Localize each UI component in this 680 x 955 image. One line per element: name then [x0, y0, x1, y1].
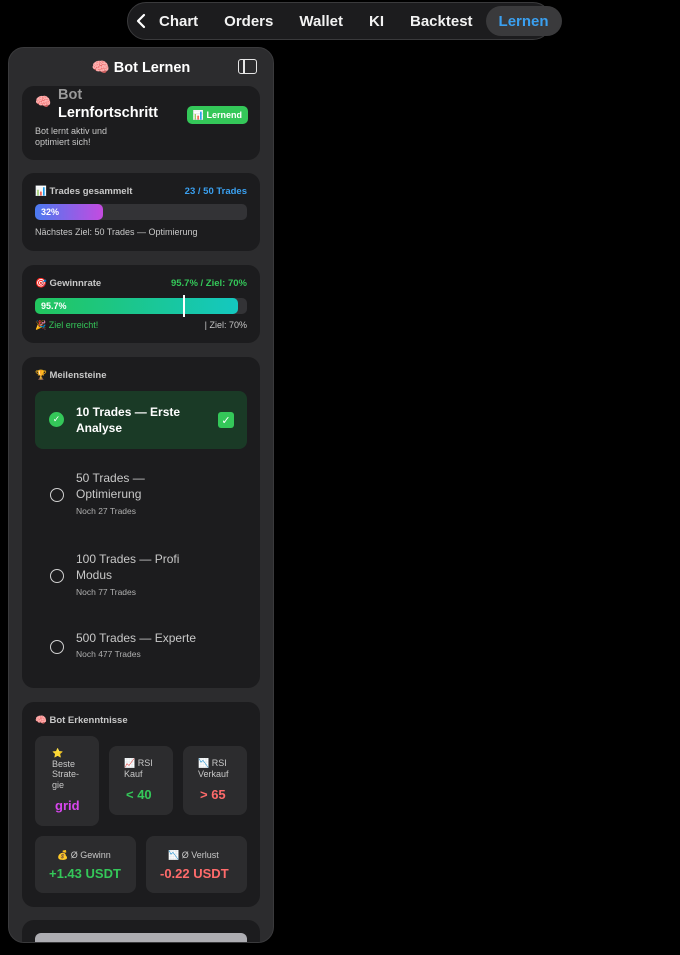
- tab-ki[interactable]: KI: [356, 6, 397, 36]
- stat-value: < 40: [126, 787, 152, 802]
- stat-label: 📈 RSI Kauf: [124, 758, 153, 779]
- goal-target-note: | Ziel: 70%: [204, 320, 247, 330]
- trades-progress-label: 32%: [41, 207, 60, 217]
- winrate-progress-label: 95.7%: [41, 301, 67, 311]
- milestone-item: 500 Trades — Experte Noch 477 Trades: [35, 627, 247, 677]
- title-line-1: Bot: [58, 87, 83, 103]
- card-subtitle: Bot lernt aktiv und optimiert sich!: [35, 126, 108, 147]
- panel-header: 🧠 Bot Lernen: [9, 48, 273, 86]
- brain-icon: 🧠: [91, 59, 110, 76]
- trades-label: 📊 Trades gesammelt: [35, 186, 133, 197]
- milestones-card: 🏆 Meilensteine ✓ 10 Trades — Erste Analy…: [22, 357, 260, 688]
- best-strategy-stat: ⭐ Beste Strate-gie grid: [35, 736, 99, 826]
- status-badge: 📊 Lernend: [186, 106, 248, 124]
- bot-insights-card: 🧠 Bot Erkenntnisse ⭐ Beste Strate-gie gr…: [22, 702, 260, 907]
- panel-title-text: Bot Lernen: [113, 59, 191, 76]
- milestone-remaining: Noch 77 Trades: [76, 587, 137, 597]
- winrate-progress-fill: 95.7%: [35, 298, 238, 314]
- panel-title: 🧠 Bot Lernen: [92, 59, 191, 76]
- action-button[interactable]: [35, 933, 247, 942]
- milestone-title: 50 Trades — Optimierung: [76, 471, 145, 501]
- winrate-value: 95.7% / Ziel: 70%: [170, 278, 247, 289]
- tab-backtest[interactable]: Backtest: [397, 6, 486, 36]
- top-navigation: Chart Orders Wallet KI Backtest Lernen: [127, 2, 562, 40]
- rsi-buy-stat: 📈 RSI Kauf < 40: [109, 746, 173, 815]
- milestone-item: 100 Trades — Profi Modus Noch 77 Trades: [35, 548, 247, 608]
- stat-label: 💰 Ø Gewinn: [57, 850, 111, 860]
- winrate-progress-track: 95.7%: [35, 298, 247, 314]
- tab-orders[interactable]: Orders: [211, 6, 286, 36]
- target-marker: [183, 295, 186, 317]
- milestones-label: 🏆 Meilensteine: [35, 370, 107, 381]
- winrate-card: 🎯 Gewinnrate 95.7% / Ziel: 70% 95.7% 🎉 Z…: [22, 265, 260, 343]
- milestone-title: 10 Trades — Erste Analyse: [76, 405, 181, 435]
- check-circle-icon: ✓: [49, 412, 64, 427]
- tab-lernen[interactable]: Lernen: [485, 6, 562, 36]
- avg-loss-stat: 📉 Ø Verlust -0.22 USDT: [146, 836, 247, 893]
- next-card-partial: [22, 920, 260, 942]
- checkmark-box-icon: ✓: [218, 412, 234, 428]
- next-goal-note: Nächstes Ziel: 50 Trades — Optimierung: [35, 227, 198, 237]
- stat-value: -0.22 USDT: [160, 866, 229, 881]
- title-line-2: Lernfortschritt: [58, 105, 158, 121]
- milestone-remaining: Noch 477 Trades: [76, 649, 141, 659]
- trades-progress-track: 32%: [35, 204, 247, 220]
- bot-learning-panel: 🧠 Bot Lernen 🧠 Bot Lernfortschritt Bot le…: [8, 47, 274, 943]
- card-title: Bot Lernfortschritt: [58, 86, 178, 122]
- stat-label: 📉 RSI Verkauf: [198, 758, 229, 779]
- sidebar-toggle-icon[interactable]: [238, 59, 257, 74]
- trades-progress-fill: 32%: [35, 204, 103, 220]
- tab-chart[interactable]: Chart: [146, 6, 211, 36]
- trades-value: 23 / 50 Trades: [184, 186, 247, 197]
- empty-circle-icon: [50, 488, 64, 502]
- avg-gain-stat: 💰 Ø Gewinn +1.43 USDT: [35, 836, 136, 893]
- milestone-title: 500 Trades — Experte: [76, 631, 197, 645]
- learning-progress-card: 🧠 Bot Lernfortschritt Bot lernt aktiv un…: [22, 86, 260, 160]
- stat-label: 📉 Ø Verlust: [168, 850, 219, 860]
- stat-value: grid: [55, 798, 80, 813]
- stat-value: +1.43 USDT: [49, 866, 121, 881]
- empty-circle-icon: [50, 569, 64, 583]
- tab-wallet[interactable]: Wallet: [286, 6, 356, 36]
- stat-value: > 65: [200, 787, 226, 802]
- brain-icon: 🧠: [35, 94, 52, 109]
- milestone-remaining: Noch 27 Trades: [76, 506, 137, 516]
- milestone-title: 100 Trades — Profi Modus: [76, 552, 180, 582]
- winrate-label: 🎯 Gewinnrate: [35, 278, 102, 289]
- milestone-item: 50 Trades — Optimierung Noch 27 Trades: [35, 467, 247, 527]
- trades-collected-card: 📊 Trades gesammelt 23 / 50 Trades 32% Nä…: [22, 173, 260, 251]
- milestone-item: ✓ 10 Trades — Erste Analyse ✓: [35, 391, 247, 449]
- back-chevron-icon[interactable]: [136, 6, 146, 36]
- rsi-sell-stat: 📉 RSI Verkauf > 65: [183, 746, 247, 815]
- stat-label: ⭐ Beste Strate-gie: [52, 748, 80, 790]
- insights-label: 🧠 Bot Erkenntnisse: [35, 715, 128, 726]
- empty-circle-icon: [50, 640, 64, 654]
- goal-achieved-text: 🎉 Ziel erreicht!: [35, 320, 99, 330]
